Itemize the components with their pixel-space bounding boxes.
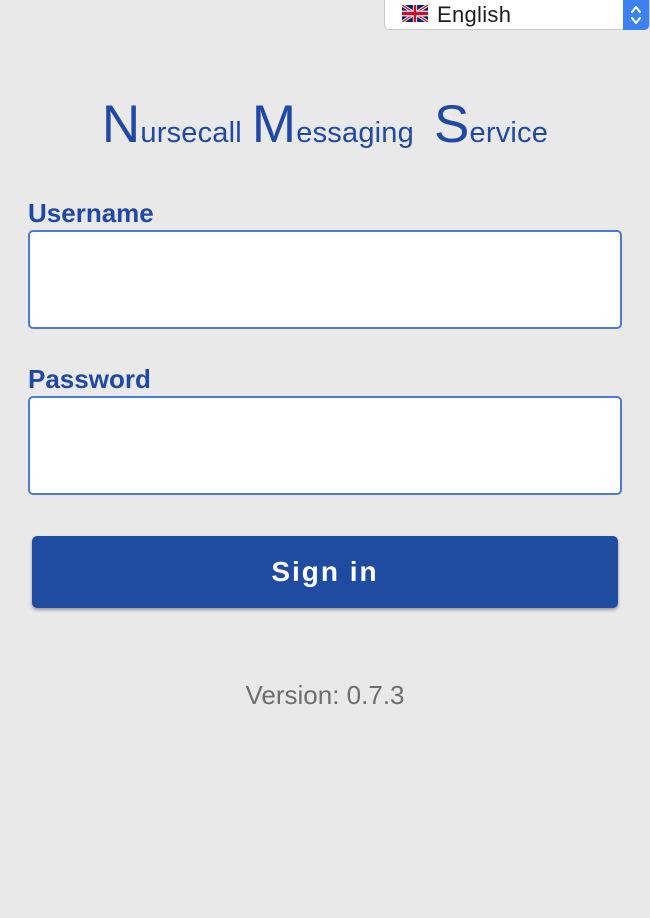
language-select[interactable]: English — [384, 0, 650, 30]
password-input[interactable] — [28, 396, 622, 495]
title-rest-service: ervice — [469, 117, 549, 149]
username-input[interactable] — [28, 230, 622, 329]
title-rest-messaging: essaging — [296, 117, 414, 149]
title-initial-s: S — [433, 95, 470, 154]
uk-flag-icon — [402, 5, 428, 22]
up-down-chevron-icon[interactable] — [623, 0, 649, 30]
app-title: Nursecall Messaging Service — [0, 98, 650, 151]
title-rest-nursecall: ursecall — [140, 117, 242, 149]
sign-in-button[interactable]: Sign in — [32, 536, 618, 608]
version-text: Version: 0.7.3 — [245, 680, 405, 710]
username-label: Username — [28, 198, 154, 228]
password-label: Password — [28, 364, 151, 394]
title-initial-n: N — [101, 95, 141, 154]
title-initial-m: M — [251, 95, 297, 154]
language-select-value: English — [437, 2, 512, 27]
